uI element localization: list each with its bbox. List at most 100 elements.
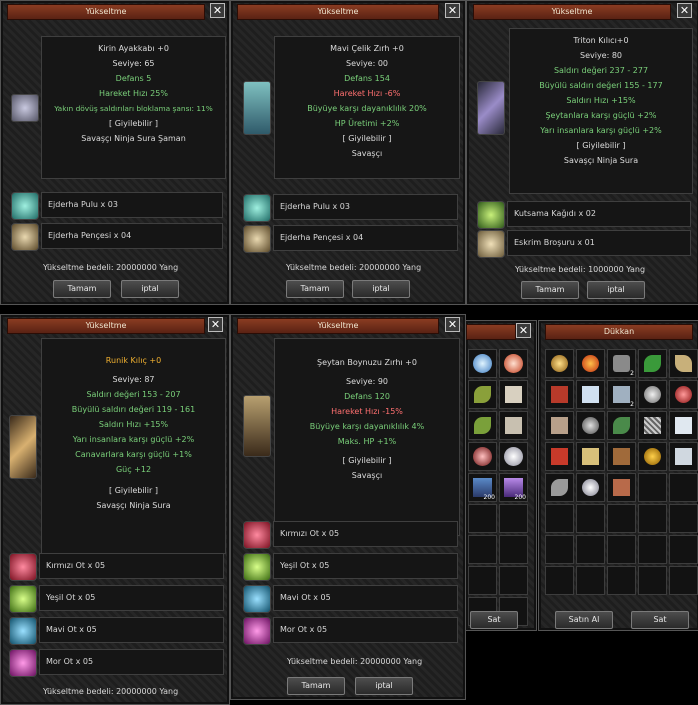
- item-line: Savaşçı Ninja Sura: [96, 501, 171, 510]
- shop-slot[interactable]: [607, 411, 636, 440]
- close-button[interactable]: ✕: [516, 323, 531, 338]
- shop-slot[interactable]: [669, 504, 698, 533]
- shop-slot[interactable]: [669, 411, 698, 440]
- item-info: Mavi Çelik Zırh +0 Seviye: 00 Defans 154…: [274, 36, 460, 179]
- ok-button[interactable]: Tamam: [287, 677, 345, 695]
- shop-slot[interactable]: [468, 504, 497, 533]
- item-line: [ Giyilebilir ]: [342, 134, 392, 143]
- shop-slot[interactable]: [545, 535, 574, 564]
- shop-slot[interactable]: [499, 504, 528, 533]
- blessing-scroll-icon: [477, 201, 505, 229]
- shop-slot[interactable]: 200: [468, 473, 497, 502]
- shop-slot[interactable]: [499, 535, 528, 564]
- shop-slot[interactable]: [576, 473, 605, 502]
- shop-slot[interactable]: [468, 349, 497, 378]
- shop-slot[interactable]: [638, 411, 667, 440]
- shop-slot[interactable]: [607, 566, 636, 595]
- material-label: Kırmızı Ot x 05: [39, 553, 224, 579]
- shop-slot[interactable]: [545, 473, 574, 502]
- ok-button[interactable]: Tamam: [53, 280, 111, 298]
- buy-button[interactable]: Satın Al: [555, 611, 613, 629]
- shop-slot[interactable]: [545, 349, 574, 378]
- shop-slot[interactable]: 2: [607, 380, 636, 409]
- shop-slot[interactable]: [468, 442, 497, 471]
- green-herb-icon: [243, 553, 271, 581]
- shop-slot[interactable]: [669, 349, 698, 378]
- sell-button[interactable]: Sat: [631, 611, 689, 629]
- shop-slot[interactable]: [576, 411, 605, 440]
- shop-slot[interactable]: 200: [499, 473, 528, 502]
- shop-slot[interactable]: [607, 504, 636, 533]
- shop-slot[interactable]: [576, 380, 605, 409]
- shop-slot[interactable]: [607, 442, 636, 471]
- shop-slot[interactable]: [669, 473, 698, 502]
- window-title[interactable]: Yükseltme: [237, 4, 439, 20]
- shop-slot[interactable]: [545, 380, 574, 409]
- shop-slot[interactable]: [468, 411, 497, 440]
- shop-slot[interactable]: [499, 349, 528, 378]
- shop-slot[interactable]: [669, 380, 698, 409]
- material-row: Mor Ot x 05: [243, 617, 458, 645]
- shop-slot[interactable]: [499, 380, 528, 409]
- shop-slot[interactable]: [576, 535, 605, 564]
- window-title[interactable]: [466, 324, 516, 340]
- shop-slot[interactable]: [576, 442, 605, 471]
- shop-slot[interactable]: [638, 566, 667, 595]
- shop-slot[interactable]: [638, 349, 667, 378]
- shop-slot[interactable]: [468, 380, 497, 409]
- shop-slot[interactable]: [607, 535, 636, 564]
- shop-slot[interactable]: [638, 442, 667, 471]
- ok-button[interactable]: Tamam: [521, 281, 579, 299]
- window-title[interactable]: Yükseltme: [7, 4, 205, 20]
- shop-slot[interactable]: [638, 380, 667, 409]
- red-herb-icon: [243, 521, 271, 549]
- item-line: Hareket Hızı -15%: [331, 407, 403, 416]
- shop-slot[interactable]: [576, 504, 605, 533]
- shop-slot[interactable]: [545, 411, 574, 440]
- window-title[interactable]: Yükseltme: [7, 318, 205, 334]
- upgrade-window-1: Yükseltme ✕ Kirin Ayakkabı +0 Seviye: 65…: [0, 0, 230, 305]
- shop-slot[interactable]: [669, 566, 698, 595]
- shop-slot[interactable]: [499, 411, 528, 440]
- window-title[interactable]: Yükseltme: [237, 318, 439, 334]
- cancel-button[interactable]: iptal: [121, 280, 179, 298]
- shop-slot[interactable]: [468, 535, 497, 564]
- item-line: Şeytanlara karşı güçlü +2%: [545, 111, 657, 120]
- material-row: Mor Ot x 05: [9, 649, 224, 677]
- close-button[interactable]: ✕: [445, 3, 460, 18]
- material-row: Ejderha Pençesi x 04: [11, 223, 223, 251]
- shop-slot[interactable]: [576, 566, 605, 595]
- shop-slot[interactable]: [669, 535, 698, 564]
- shop-slot[interactable]: 2: [607, 349, 636, 378]
- shop-slot[interactable]: [576, 349, 605, 378]
- shop-slot[interactable]: [468, 566, 497, 595]
- item-icon-armor: [243, 81, 271, 135]
- close-button[interactable]: ✕: [677, 3, 692, 18]
- shop-slot[interactable]: [638, 535, 667, 564]
- material-row: Mavi Ot x 05: [9, 617, 224, 645]
- shop-slot[interactable]: [607, 473, 636, 502]
- shop-slot[interactable]: [499, 442, 528, 471]
- cancel-button[interactable]: iptal: [355, 677, 413, 695]
- ok-button[interactable]: Tamam: [286, 280, 344, 298]
- shop-slot[interactable]: [669, 442, 698, 471]
- cancel-button[interactable]: iptal: [352, 280, 410, 298]
- sell-button[interactable]: Sat: [470, 611, 518, 629]
- close-button[interactable]: ✕: [445, 317, 460, 332]
- shop-slot[interactable]: [545, 504, 574, 533]
- blue-herb-icon: [243, 585, 271, 613]
- shop-slot[interactable]: [545, 442, 574, 471]
- shop-slot[interactable]: [499, 566, 528, 595]
- shop-slot[interactable]: [638, 504, 667, 533]
- close-button[interactable]: ✕: [208, 317, 223, 332]
- window-title[interactable]: Yükseltme: [473, 4, 671, 20]
- material-label: Yeşil Ot x 05: [39, 585, 224, 611]
- cancel-button[interactable]: iptal: [587, 281, 645, 299]
- shop-slot[interactable]: [545, 566, 574, 595]
- upgrade-cost: Yükseltme bedeli: 20000000 Yang: [287, 657, 423, 666]
- item-line: [ Giyilebilir ]: [576, 141, 626, 150]
- shop-slot[interactable]: [638, 473, 667, 502]
- item-line: Savaşçı Ninja Sura Şaman: [81, 134, 186, 143]
- close-button[interactable]: ✕: [210, 3, 225, 18]
- window-title[interactable]: Dükkan: [545, 324, 693, 340]
